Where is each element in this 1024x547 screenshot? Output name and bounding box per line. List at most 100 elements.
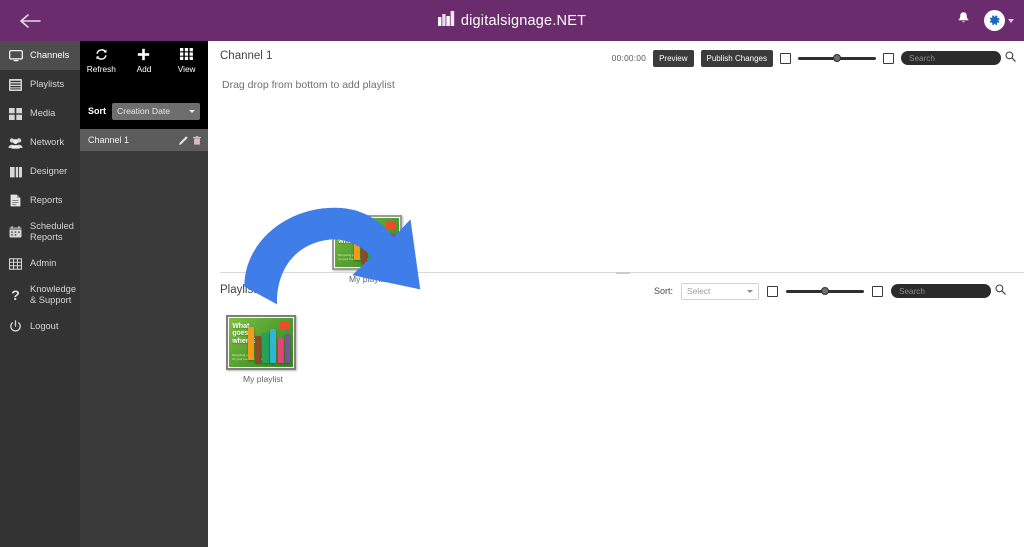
sidebar-item-label: Media [30,108,56,118]
splitter-grip [616,271,630,274]
channel-sort-select[interactable]: Creation Date [112,102,200,120]
list-icon [8,77,23,92]
playlist-artwork: What goes where? Recycling guide for you… [229,318,293,367]
grid-squares-icon [8,106,23,121]
artwork-card [277,337,285,364]
artwork-card [262,332,269,364]
question-mark-icon: ? [11,287,20,303]
playlists-checkbox-right[interactable] [872,285,883,297]
artwork-card [248,326,254,361]
channel-toolbar: Refresh Add View [80,41,208,93]
app-root: digitalsignage.NET Channels Playlists Me… [0,0,1024,547]
search-icon[interactable] [995,282,1006,300]
add-button[interactable]: Add [124,47,164,74]
playlists-controls: Sort: Select [654,282,1006,300]
channel-search-box[interactable] [901,51,1001,65]
sidebar-item-channels[interactable]: Channels [0,41,80,70]
sidebar-item-admin[interactable]: Admin [0,249,80,278]
artwork-card [354,226,360,261]
plus-icon [137,47,150,61]
document-icon [8,193,23,208]
channel-playlist-card[interactable]: What goes where? Recycling guide for you… [332,215,406,284]
artwork-card [284,333,291,364]
brand: digitalsignage.NET [0,0,1024,41]
view-button[interactable]: View [167,47,207,74]
channel-zoom-slider[interactable] [798,52,876,64]
sidebar-item-reports[interactable]: Reports [0,186,80,215]
artwork-card [361,236,367,264]
sidebar-item-label: Knowledge & Support [30,284,77,305]
artwork-card [368,232,375,264]
playlists-search [891,282,1006,300]
brand-text: digitalsignage.NET [460,12,587,29]
sidebar-item-label: Designer [30,166,68,176]
tool-label: View [177,64,196,74]
sidebar-item-knowledge-support[interactable]: ? Knowledge & Support [0,278,80,312]
channel-header-controls: 00:00:00 Preview Publish Changes [612,49,1016,67]
channel-sort-bar: Sort Creation Date [80,93,208,129]
sidebar-item-media[interactable]: Media [0,99,80,128]
slider-knob[interactable] [821,287,829,295]
playlist-caption: My playlist [242,374,284,384]
gear-icon[interactable] [984,10,1005,31]
channel-search-input[interactable] [909,53,993,63]
playlist-grid-item[interactable]: What goes where? Recycling guide for you… [226,315,300,384]
search-icon[interactable] [1005,49,1016,67]
sidebar: Channels Playlists Media Network Designe… [0,41,80,547]
playlists-search-input[interactable] [899,286,983,296]
artwork-card [255,336,261,364]
page-title: Channel 1 [220,50,273,62]
channel-list-item[interactable]: Channel 1 [80,129,208,151]
main-content: Channel 1 00:00:00 Preview Publish Chang… [208,41,1024,547]
artwork-badge [280,321,291,330]
sidebar-item-label: Channels [30,50,70,60]
playlist-artwork: What goes where? Recycling guide for you… [335,218,399,267]
sidebar-item-label: Logout [30,321,59,331]
refresh-button[interactable]: Refresh [81,47,121,74]
settings-menu[interactable] [984,10,1014,31]
columns-icon [8,164,23,179]
back-button[interactable] [0,0,60,41]
channel-checkbox-left[interactable] [780,52,791,64]
playlist-thumbnail[interactable]: What goes where? Recycling guide for you… [332,215,402,270]
channel-checkbox-right[interactable] [883,52,894,64]
sidebar-item-scheduled-reports[interactable]: Scheduled Reports [0,215,80,249]
channel-sort-value: Creation Date [117,106,171,116]
channel-search [901,49,1016,67]
sidebar-item-playlists[interactable]: Playlists [0,70,80,99]
channel-list-panel: Refresh Add View Sort Creation Date Chan… [80,41,208,547]
chevron-down-icon[interactable] [1008,18,1014,23]
playlists-search-box[interactable] [891,284,991,298]
sidebar-item-label: Playlists [30,79,65,89]
sidebar-item-logout[interactable]: Logout [0,312,80,341]
artwork-card [375,228,383,264]
playlist-thumbnail[interactable]: What goes where? Recycling guide for you… [226,315,296,370]
tool-label: Add [136,64,152,74]
sidebar-item-label: Network [30,137,65,147]
trash-icon[interactable] [193,135,201,145]
channel-name: Channel 1 [88,135,130,145]
channel-timer: 00:00:00 [611,53,647,63]
preview-button[interactable]: Preview [653,49,694,67]
chevron-down-icon [189,109,195,113]
channel-header: Channel 1 00:00:00 Preview Publish Chang… [208,41,1024,74]
artwork-card [383,237,391,264]
pencil-icon[interactable] [179,135,188,145]
playlists-sort-select[interactable]: Select [681,282,759,300]
bell-icon[interactable] [957,11,970,30]
playlists-zoom-slider[interactable] [786,285,864,297]
table-icon [8,256,23,271]
playlists-checkbox-left[interactable] [767,285,778,297]
playlists-sort-value: Select [687,286,711,296]
playlists-sort-label: Sort: [653,286,673,296]
publish-changes-button[interactable]: Publish Changes [700,49,773,67]
sidebar-item-designer[interactable]: Designer [0,157,80,186]
sidebar-item-network[interactable]: Network [0,128,80,157]
grid-view-icon [180,47,194,61]
buildings-logo-icon [437,10,455,31]
top-bar: digitalsignage.NET [0,0,1024,41]
channel-canvas[interactable]: What goes where? Recycling guide for you… [208,74,1024,284]
people-icon [8,135,23,150]
slider-knob[interactable] [833,54,841,62]
splitter-handle[interactable] [600,267,646,278]
